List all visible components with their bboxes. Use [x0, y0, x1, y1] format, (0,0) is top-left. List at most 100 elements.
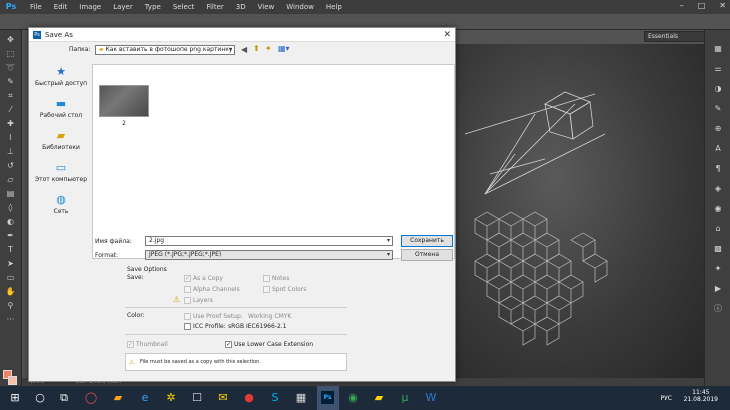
more-tools-icon[interactable]: ···: [4, 314, 17, 325]
up-folder-icon[interactable]: ⬆: [253, 44, 260, 53]
alpha-channels-checkbox[interactable]: [184, 286, 191, 293]
menu-view[interactable]: View: [252, 3, 281, 11]
clock[interactable]: 11:45 21.08.2019: [684, 389, 718, 403]
character-panel-icon[interactable]: A: [713, 144, 723, 154]
notes-checkbox[interactable]: [263, 275, 270, 282]
document-canvas[interactable]: [455, 44, 704, 378]
search-icon[interactable]: ○: [33, 391, 47, 405]
file-list[interactable]: 2: [92, 64, 455, 259]
adjustments-panel-icon[interactable]: ◑: [713, 84, 723, 94]
lasso-tool-icon[interactable]: ➰: [4, 62, 17, 73]
app-icon[interactable]: ☐: [190, 391, 204, 405]
history-brush-tool-icon[interactable]: ↺: [4, 160, 17, 171]
place-this-pc[interactable]: ▭ Этот компьютер: [34, 162, 88, 184]
actions-panel-icon[interactable]: ▶: [713, 284, 723, 294]
folder-combobox[interactable]: ▰ Как вставить в фотошопе png картинку ▾: [95, 45, 235, 55]
shape-tool-icon[interactable]: ▭: [4, 272, 17, 283]
maximize-icon[interactable]: □: [698, 1, 706, 10]
yandex-icon[interactable]: ●: [242, 391, 256, 405]
task-view-icon[interactable]: ⧉: [57, 391, 71, 405]
icc-profile-checkbox[interactable]: [184, 323, 191, 330]
format-select[interactable]: JPEG (*.JPG;*.JPEG;*.JPE) ▾: [145, 250, 393, 260]
move-tool-icon[interactable]: ✥: [4, 34, 17, 45]
spot-colors-checkbox[interactable]: [263, 286, 270, 293]
as-a-copy-checkbox[interactable]: ✓: [184, 275, 191, 282]
crop-tool-icon[interactable]: ⌗: [4, 90, 17, 101]
place-libraries[interactable]: ▰ Библиотеки: [34, 130, 88, 152]
menu-edit[interactable]: Edit: [48, 3, 74, 11]
utorrent-icon[interactable]: μ: [398, 391, 412, 405]
swatches-panel-icon[interactable]: ▩: [713, 244, 723, 254]
healing-tool-icon[interactable]: ✚: [4, 118, 17, 129]
quick-select-tool-icon[interactable]: ✎: [4, 76, 17, 87]
clone-source-panel-icon[interactable]: ⊕: [713, 124, 723, 134]
cancel-button[interactable]: Отмена: [401, 249, 453, 261]
back-icon[interactable]: ◀: [241, 45, 247, 54]
taskbar-photoshop[interactable]: Ps: [317, 386, 339, 410]
place-network[interactable]: ◍ Сеть: [34, 194, 88, 216]
type-tool-icon[interactable]: T: [4, 244, 17, 255]
calculator-icon[interactable]: ▦: [294, 391, 308, 405]
skype-icon[interactable]: S: [268, 391, 282, 405]
pen-tool-icon[interactable]: ✒: [4, 230, 17, 241]
menu-layer[interactable]: Layer: [107, 3, 139, 11]
word-icon[interactable]: W: [424, 391, 438, 405]
language-indicator[interactable]: РУС: [661, 395, 672, 402]
windows-start-icon[interactable]: ⊞: [8, 391, 22, 405]
mail-icon[interactable]: ✉: [216, 391, 230, 405]
brush-panel-icon[interactable]: ✎: [713, 104, 723, 114]
menu-select[interactable]: Select: [167, 3, 201, 11]
stamp-tool-icon[interactable]: ⊥: [4, 146, 17, 157]
place-quick-access[interactable]: ★ Быстрый доступ: [34, 66, 88, 88]
eraser-tool-icon[interactable]: ▱: [4, 174, 17, 185]
save-button[interactable]: Сохранить: [401, 235, 453, 247]
menu-filter[interactable]: Filter: [200, 3, 229, 11]
layers-checkbox[interactable]: [184, 297, 191, 304]
zoom-tool-icon[interactable]: ⚲: [4, 300, 17, 311]
minimize-icon[interactable]: –: [680, 1, 684, 10]
lower-case-extension-checkbox[interactable]: ✓: [225, 341, 232, 348]
menu-image[interactable]: Image: [73, 3, 107, 11]
brush-tool-icon[interactable]: ⌇: [4, 132, 17, 143]
menu-3d[interactable]: 3D: [230, 3, 252, 11]
close-icon[interactable]: ✕: [443, 28, 451, 42]
view-menu-icon[interactable]: ▦▾: [278, 44, 290, 53]
place-desktop[interactable]: ▬ Рабочий стол: [34, 98, 88, 120]
channels-panel-icon[interactable]: ◉: [713, 204, 723, 214]
styles-panel-icon[interactable]: ✦: [713, 264, 723, 274]
dodge-tool-icon[interactable]: ◐: [4, 216, 17, 227]
layers-panel-icon[interactable]: ◈: [713, 184, 723, 194]
paragraph-panel-icon[interactable]: ¶: [713, 164, 723, 174]
place-label: Этот компьютер: [34, 176, 88, 183]
gradient-tool-icon[interactable]: ▤: [4, 188, 17, 199]
eyedropper-tool-icon[interactable]: ⁄: [4, 104, 17, 115]
thumbnail-checkbox[interactable]: ✓: [127, 341, 134, 348]
settings-icon[interactable]: ✲: [164, 391, 178, 405]
opera-icon[interactable]: ◯: [84, 391, 98, 405]
new-folder-icon[interactable]: ✦: [265, 44, 272, 53]
chevron-down-icon: ▾: [228, 46, 232, 53]
close-icon[interactable]: ✕: [719, 1, 726, 10]
menu-type[interactable]: Type: [139, 3, 167, 11]
notes-icon[interactable]: ▰: [372, 391, 386, 405]
workspace-switcher[interactable]: Essentials: [644, 31, 712, 42]
blur-tool-icon[interactable]: ◊: [4, 202, 17, 213]
use-proof-setup-checkbox[interactable]: [184, 313, 191, 320]
edge-icon[interactable]: e: [138, 391, 152, 405]
file-thumbnail[interactable]: [99, 85, 149, 117]
menu-window[interactable]: Window: [280, 3, 320, 11]
chrome-icon[interactable]: ◉: [346, 391, 360, 405]
paths-panel-icon[interactable]: ⌂: [713, 224, 723, 234]
hand-tool-icon[interactable]: ✋: [4, 286, 17, 297]
info-panel-icon[interactable]: ⓘ: [713, 304, 723, 314]
menu-file[interactable]: File: [24, 3, 48, 11]
file-name[interactable]: 2: [99, 120, 149, 127]
path-select-tool-icon[interactable]: ➤: [4, 258, 17, 269]
file-explorer-icon[interactable]: ▰: [111, 391, 125, 405]
properties-panel-icon[interactable]: ⚌: [713, 64, 723, 74]
filename-input[interactable]: 2.jpg ▾: [145, 236, 393, 246]
marquee-tool-icon[interactable]: ⬚: [4, 48, 17, 59]
background-color-swatch[interactable]: [8, 376, 17, 385]
history-panel-icon[interactable]: ▦: [713, 44, 723, 54]
menu-help[interactable]: Help: [320, 3, 348, 11]
